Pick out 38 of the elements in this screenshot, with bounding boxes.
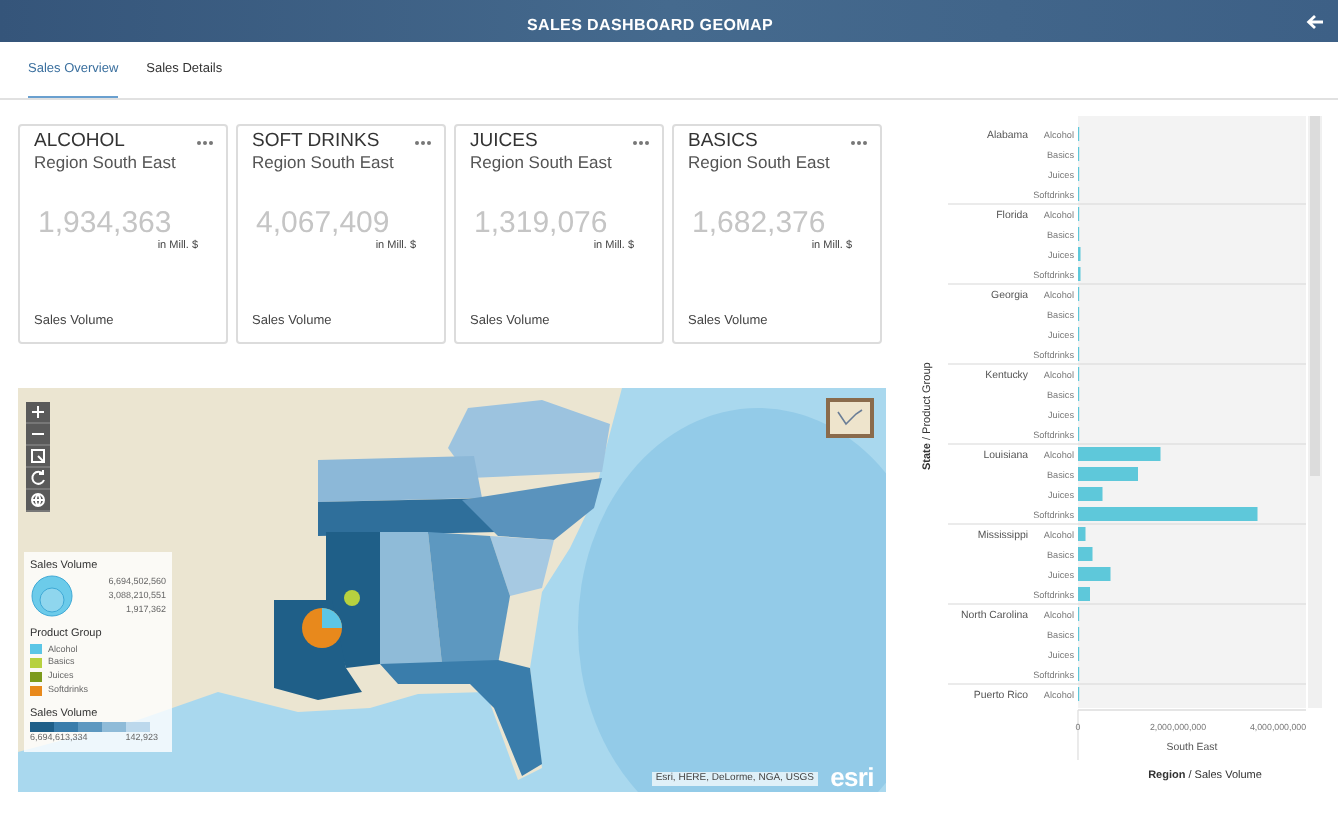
back-arrow-icon (1306, 13, 1324, 29)
refresh-button[interactable] (26, 468, 50, 490)
card-subtitle: Region South East (252, 152, 394, 174)
scrollbar[interactable] (1308, 116, 1322, 708)
card-title: SOFT DRINKS (252, 132, 382, 153)
overview-map-button[interactable] (826, 398, 874, 438)
bar (1078, 447, 1161, 461)
kpi-value: 1,934,363 (36, 207, 174, 238)
globe-button[interactable] (26, 490, 50, 512)
bar (1078, 547, 1093, 561)
card-title: JUICES (470, 132, 540, 153)
zoom-in-button[interactable] (26, 402, 50, 424)
card-subtitle: Region South East (688, 152, 830, 174)
card-subtitle: Region South East (34, 152, 176, 174)
kpi-value: 1,319,076 (472, 207, 610, 238)
bar (1078, 567, 1111, 581)
card-title: BASICS (688, 132, 760, 153)
refresh-icon (28, 468, 48, 488)
bar (1078, 467, 1138, 481)
select-button[interactable] (26, 446, 50, 468)
kpi-value: 4,067,409 (254, 207, 392, 238)
page-title: SALES DASHBOARD GEOMAP (526, 15, 774, 33)
kpi-value: 1,682,376 (690, 207, 828, 238)
more-icon[interactable] (414, 140, 432, 146)
more-icon[interactable] (850, 140, 868, 146)
bar (1078, 527, 1086, 541)
globe-icon (28, 490, 48, 510)
color-scale-bar (30, 721, 150, 732)
select-icon (28, 446, 48, 466)
logo-text: esri (830, 764, 874, 790)
card-subtitle: Region South East (470, 152, 612, 174)
bar (1078, 487, 1103, 501)
bar (1078, 587, 1090, 601)
more-icon[interactable] (196, 140, 214, 146)
plus-icon (28, 402, 48, 422)
more-icon[interactable] (632, 140, 650, 146)
card-title: ALCOHOL (34, 132, 127, 153)
size-circles-icon (30, 574, 74, 619)
